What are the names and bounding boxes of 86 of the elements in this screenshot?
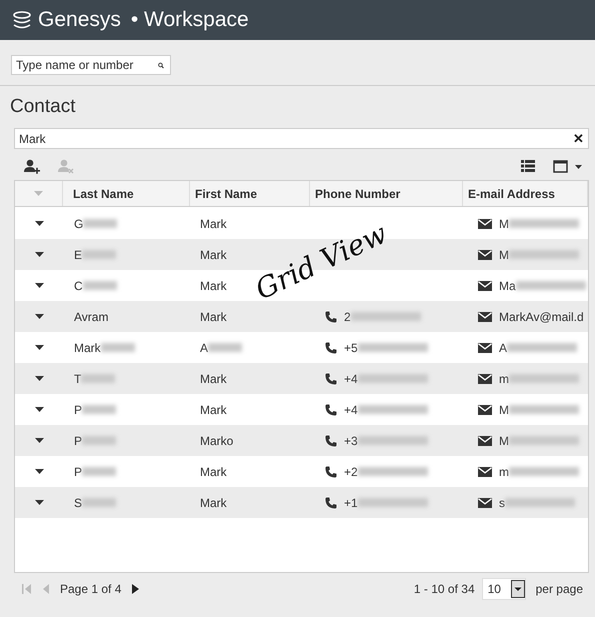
page-label: Page 1 of 4 (60, 582, 122, 596)
email-icon[interactable] (478, 466, 492, 476)
expand-caret-icon[interactable] (34, 221, 44, 226)
expand-caret-icon[interactable] (34, 500, 44, 505)
email-cell: m (499, 372, 509, 386)
last-name-cell: G (74, 216, 84, 230)
phone-number-cell: +4 (344, 372, 358, 386)
email-cell: m (499, 464, 509, 478)
list-view-icon[interactable] (521, 160, 535, 172)
phone-icon[interactable] (325, 466, 337, 478)
first-name-cell: Mark (200, 464, 227, 478)
last-name-cell: C (74, 278, 83, 292)
phone-icon[interactable] (325, 434, 337, 446)
last-name-cell: P (74, 464, 82, 478)
phone-number-cell: +4 (344, 402, 358, 416)
email-cell: Ma (499, 278, 516, 292)
section-title: Contact (10, 96, 76, 118)
email-icon[interactable] (478, 280, 492, 290)
dropdown-caret-icon (510, 580, 525, 598)
email-icon[interactable] (478, 342, 492, 352)
expand-caret-icon[interactable] (34, 252, 44, 257)
first-name-cell: Marko (200, 434, 234, 448)
phone-icon[interactable] (325, 342, 337, 354)
page-size-dropdown[interactable]: 10 (482, 578, 526, 600)
expand-caret-icon[interactable] (34, 345, 44, 350)
email-icon[interactable] (478, 374, 492, 384)
email-cell: M (499, 434, 509, 448)
expand-caret-icon[interactable] (34, 469, 44, 474)
first-name-cell: Mark (200, 248, 227, 262)
phone-icon[interactable] (325, 372, 337, 384)
quick-search-field[interactable]: Type name or number (11, 55, 171, 75)
column-header[interactable]: Last Name (73, 186, 134, 200)
last-name-cell: S (74, 496, 82, 510)
expand-caret-icon[interactable] (34, 407, 44, 412)
next-page-icon[interactable] (131, 584, 140, 594)
email-icon[interactable] (478, 498, 492, 508)
add-contact-icon[interactable] (24, 158, 40, 174)
last-name-cell: Mark (74, 340, 101, 354)
email-cell: A (499, 340, 508, 354)
record-range: 1 - 10 of 34 (414, 582, 475, 596)
first-name-cell: Mark (200, 402, 227, 416)
phone-icon[interactable] (325, 404, 337, 416)
last-name-cell: Avram (74, 310, 108, 324)
email-icon[interactable] (478, 312, 492, 322)
email-cell: M (499, 216, 509, 230)
expand-caret-icon[interactable] (34, 283, 44, 288)
phone-number-cell: +2 (344, 464, 358, 478)
phone-icon[interactable] (325, 310, 337, 322)
expand-caret-icon[interactable] (34, 314, 44, 319)
email-icon[interactable] (478, 250, 492, 260)
search-icon (158, 60, 164, 70)
last-name-cell: P (74, 402, 82, 416)
email-cell: MarkAv@mail.d (499, 310, 584, 324)
last-name-cell: T (74, 372, 82, 386)
email-icon[interactable] (478, 404, 492, 414)
phone-number-cell: +5 (344, 340, 358, 354)
phone-icon[interactable] (325, 496, 337, 508)
expand-caret-icon[interactable] (34, 438, 44, 443)
first-name-cell: Mark (200, 310, 227, 324)
last-name-cell: E (74, 248, 82, 262)
per-page-label: per page (536, 582, 583, 596)
column-header[interactable]: E-mail Address (468, 186, 555, 200)
email-cell: M (499, 248, 509, 262)
email-icon[interactable] (478, 436, 492, 446)
email-cell: s (499, 496, 505, 510)
phone-number-cell: +3 (344, 434, 358, 448)
phone-number-cell: +1 (344, 496, 358, 510)
contact-search-field[interactable]: Mark ✕ (14, 128, 589, 149)
phone-number-cell: 2 (344, 310, 351, 324)
column-header[interactable]: Phone Number (315, 186, 400, 200)
expand-caret-icon[interactable] (34, 376, 44, 381)
email-icon[interactable] (478, 218, 492, 228)
window-layout-icon[interactable] (553, 160, 583, 172)
product-name: • Workspace (130, 8, 249, 32)
column-header[interactable]: First Name (195, 186, 258, 200)
first-name-cell: Mark (200, 372, 227, 386)
email-cell: M (499, 402, 509, 416)
logo-icon (12, 11, 32, 29)
handwritten-annotation: Grid View (251, 220, 391, 304)
first-name-cell: Mark (200, 278, 227, 292)
clear-button[interactable]: ✕ (573, 131, 584, 146)
first-name-cell: A (200, 340, 208, 354)
first-name-cell: Mark (200, 216, 227, 230)
brand-name: Genesys (38, 8, 121, 32)
first-name-cell: Mark (200, 496, 227, 510)
last-name-cell: P (74, 434, 82, 448)
